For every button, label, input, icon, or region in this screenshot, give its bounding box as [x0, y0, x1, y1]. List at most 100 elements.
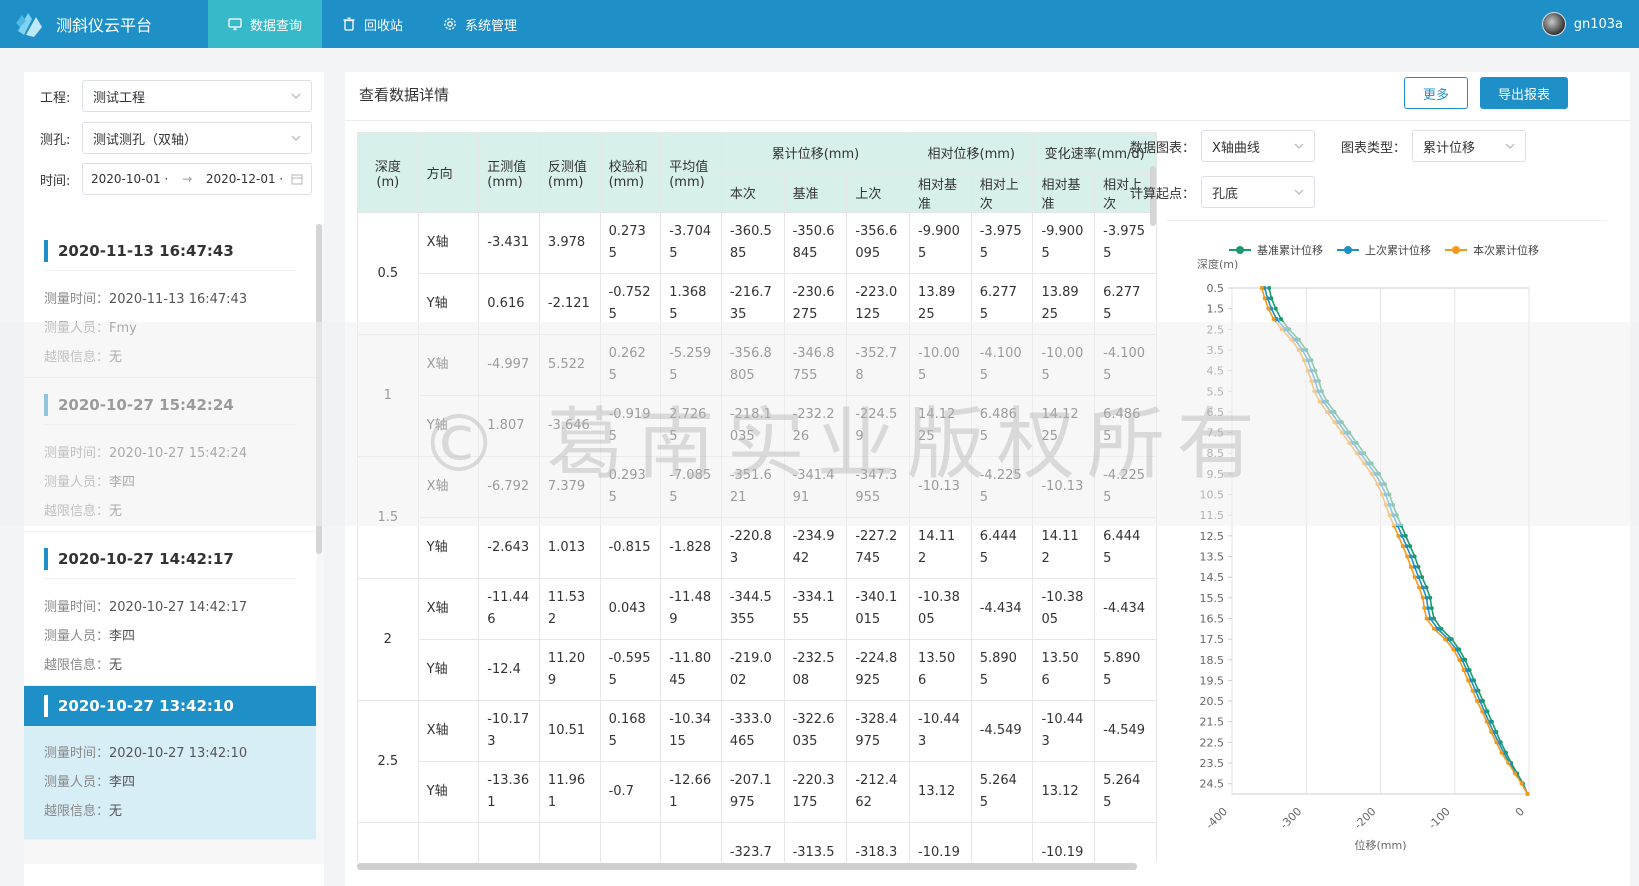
table-cell: 7.379	[538, 456, 601, 518]
chart-type-label: 图表类型：	[1341, 140, 1407, 156]
nav-data-query[interactable]: 数据查询	[208, 0, 323, 48]
col-rel-base: 相对基准	[909, 172, 972, 213]
left-panel: 工程: 测试工程 测孔: 测试测孔（双轴） 时间: 2020-10-01 · →…	[24, 72, 324, 886]
list-item[interactable]: 2020-11-13 16:47:43 测量时间：2020-11-13 16:4…	[24, 224, 316, 378]
export-report-button[interactable]: 导出报表	[1480, 77, 1568, 109]
table-cell: -0.815	[599, 517, 662, 579]
more-button[interactable]: 更多	[1404, 77, 1468, 109]
data-chart-select[interactable]: X轴曲线	[1201, 130, 1316, 162]
data-point	[1267, 286, 1272, 290]
table-cell: -9.9005	[909, 212, 972, 274]
data-point	[1305, 368, 1310, 373]
data-point	[1431, 616, 1436, 621]
data-point	[1382, 482, 1387, 487]
data-point	[1395, 523, 1400, 528]
table-cell: -3.646	[538, 395, 601, 457]
data-point	[1391, 502, 1396, 507]
table-row: Y轴 0.616 -2.121 -0.7525 1.3685 -216.735 -230.6…	[358, 273, 1157, 335]
table-cell: -10.19	[909, 822, 972, 862]
table-cell: -322.6035	[783, 700, 848, 762]
data-point	[1422, 606, 1427, 611]
record-person: 测量人员：李四	[44, 629, 136, 644]
y-tick-label: 21.5	[1200, 716, 1225, 729]
table-cell: -351.621	[720, 456, 785, 518]
table-cell: 6.4445	[970, 517, 1034, 579]
list-scrollbar[interactable]	[316, 224, 322, 554]
project-select[interactable]: 测试工程	[82, 80, 312, 112]
legend-label: 上次累计位移	[1365, 243, 1431, 257]
data-point	[1369, 461, 1374, 466]
table-cell: -212.462	[846, 761, 911, 823]
list-item[interactable]: 2020-10-27 15:42:24 测量时间：2020-10-27 15:4…	[24, 378, 316, 532]
table-cell: -4.2255	[970, 456, 1034, 518]
table-row: 2.5 X轴 -10.173 10.51 0.1685 -10.3415 -333.0465…	[357, 700, 1157, 823]
table-cell: 6.2775	[970, 273, 1034, 335]
table-cell: -232.226	[783, 395, 848, 457]
data-point	[1512, 771, 1517, 776]
cell-direction: X轴	[417, 578, 480, 640]
table-cell: -334.155	[783, 578, 848, 640]
data-point	[1343, 430, 1348, 435]
user-menu[interactable]: gn103a	[1541, 0, 1623, 48]
nav-recycle-bin[interactable]: 回收站	[322, 0, 423, 48]
table-cell: -12.661	[660, 761, 722, 823]
list-item-selected[interactable]: 2020-10-27 13:42:10 测量时间：2020-10-27 13:4…	[24, 686, 316, 840]
data-point	[1339, 430, 1344, 435]
chart-type-select[interactable]: 累计位移	[1412, 130, 1527, 162]
project-filter: 工程: 测试工程	[40, 80, 312, 112]
record-time: 测量时间：2020-10-27 13:42:10	[44, 746, 248, 761]
data-point	[1449, 637, 1454, 642]
table-cell: -3.9755	[1094, 212, 1157, 274]
table-cell: -4.1005	[970, 334, 1034, 396]
table-cell: 0.616	[478, 273, 540, 335]
calendar-icon	[291, 174, 303, 185]
col-cum-last: 上次	[846, 172, 911, 213]
data-point	[1313, 368, 1318, 373]
table-cell: -1.828	[660, 517, 722, 579]
data-point	[1339, 420, 1344, 425]
data-point	[1412, 564, 1417, 569]
brand[interactable]: 测斜仪云平台	[0, 0, 208, 48]
col-reverse: 反测值(mm)	[538, 132, 601, 213]
table-cell: -340.1015	[846, 578, 911, 640]
list-item[interactable]: 2020-10-27 14:42:17 测量时间：2020-10-27 14:4…	[24, 532, 316, 686]
data-point	[1443, 637, 1448, 642]
legend-marker	[1344, 246, 1352, 254]
calc-start-select[interactable]: 孔底	[1201, 176, 1316, 208]
data-point	[1365, 461, 1370, 466]
table-cell: 5.2645	[1094, 761, 1157, 823]
data-point	[1499, 750, 1504, 755]
col-depth: 深度(m)	[357, 132, 419, 213]
data-point	[1279, 327, 1284, 332]
y-tick-label: 12.5	[1200, 530, 1225, 543]
y-tick-label: 9.5	[1207, 468, 1225, 481]
data-point	[1420, 585, 1425, 590]
nav-system-admin[interactable]: 系统管理	[423, 0, 537, 48]
monitor-icon	[228, 18, 242, 31]
divider	[44, 578, 296, 579]
y-tick-label: 19.5	[1200, 674, 1225, 687]
date-range-picker[interactable]: 2020-10-01 · → 2020-12-01 ·	[82, 163, 312, 195]
table-cell: -10.005	[909, 334, 972, 396]
y-tick-label: 8.5	[1207, 447, 1225, 460]
hole-select[interactable]: 测试测孔（双轴）	[82, 122, 312, 154]
table-horizontal-scrollbar[interactable]	[357, 863, 1137, 870]
table-cell: -347.3955	[846, 456, 911, 518]
data-point	[1426, 606, 1431, 611]
divider	[44, 270, 296, 271]
top-navigation-bar: 测斜仪云平台 数据查询 回收站 系统管理 gn103a	[0, 0, 1639, 48]
cell-direction: Y轴	[417, 517, 480, 579]
date-end[interactable]: 2020-12-01 ·	[206, 172, 283, 186]
project-value: 测试工程	[93, 90, 146, 106]
y-tick-label: 7.5	[1207, 427, 1225, 440]
data-chart-control: 数据图表： X轴曲线	[1130, 130, 1316, 162]
date-start[interactable]: 2020-10-01 ·	[91, 172, 168, 186]
username: gn103a	[1573, 16, 1623, 32]
y-tick-label: 15.5	[1200, 592, 1225, 605]
table-cell: -10.3805	[1032, 578, 1096, 640]
table-cell: -7.0855	[660, 456, 722, 518]
table-cell: 1.3685	[660, 273, 722, 335]
time-label: 时间:	[40, 173, 71, 189]
data-point	[1424, 616, 1429, 621]
x-axis-label: 位移(mm)	[1354, 838, 1406, 852]
